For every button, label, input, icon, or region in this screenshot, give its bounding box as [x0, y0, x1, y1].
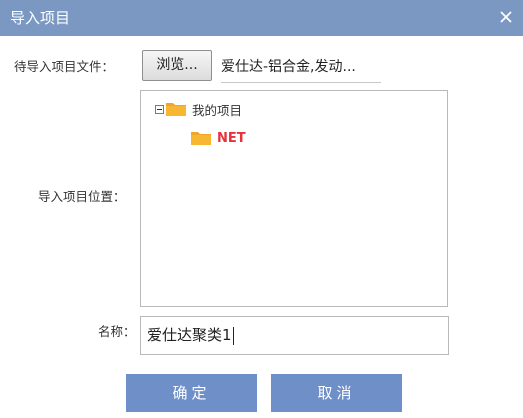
tree-node-root[interactable]: 我的项目: [155, 100, 242, 118]
name-label: 名称：: [98, 324, 136, 339]
collapse-minus-icon[interactable]: [155, 104, 164, 114]
tree-node-label: 我的项目: [192, 102, 243, 118]
tree-node-net[interactable]: NET: [191, 129, 246, 147]
tree-node-label: NET: [217, 130, 246, 146]
confirm-button[interactable]: 确定: [126, 374, 257, 412]
cancel-button[interactable]: 取消: [271, 374, 402, 412]
position-label: 导入项目位置：: [38, 189, 126, 204]
project-tree[interactable]: 我的项目 NET: [140, 90, 448, 307]
dialog-titlebar: 导入项目: [0, 0, 523, 36]
folder-icon: [166, 101, 186, 117]
dialog-title: 导入项目: [10, 9, 71, 27]
text-caret: [232, 326, 234, 345]
selected-file-name: 爱仕达-铝合金,发动...: [221, 56, 381, 83]
folder-icon: [191, 130, 211, 146]
close-icon[interactable]: [495, 6, 517, 28]
browse-button[interactable]: 浏览...: [142, 50, 212, 81]
project-name-value: 爱仕达聚类1: [147, 326, 232, 344]
project-name-input[interactable]: 爱仕达聚类1: [140, 316, 449, 355]
file-label: 待导入项目文件：: [14, 59, 115, 74]
import-project-dialog: 导入项目 待导入项目文件： 浏览... 爱仕达-铝合金,发动... 导入项目位置…: [0, 0, 523, 418]
